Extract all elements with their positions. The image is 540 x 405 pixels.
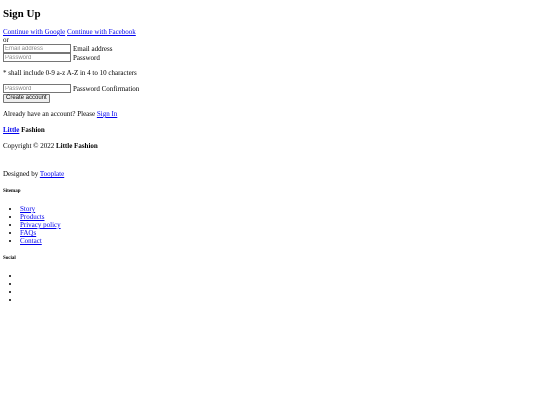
sitemap-item: FAQs	[20, 229, 537, 237]
designed-by-prefix: Designed by	[3, 170, 39, 178]
create-account-button[interactable]: Create account	[3, 94, 50, 103]
create-account-row: Create account	[3, 93, 537, 103]
social-heading: Social	[3, 256, 16, 261]
password-label: Password	[73, 53, 100, 62]
sitemap-item: Story	[20, 205, 537, 213]
sign-in-link[interactable]: Sign In	[97, 110, 117, 118]
or-divider: or	[3, 36, 9, 44]
copyright-prefix: Copyright © 2022	[3, 142, 55, 150]
social-item[interactable]	[20, 272, 537, 280]
sitemap-item: Privacy policy	[20, 221, 537, 229]
email-label: Email address	[73, 44, 113, 53]
social-item[interactable]	[20, 280, 537, 288]
social-item[interactable]	[20, 288, 537, 296]
sitemap-list: Story Products Privacy policy FAQs Conta…	[3, 205, 537, 245]
sitemap-link-privacy-policy[interactable]: Privacy policy	[20, 221, 61, 229]
password-confirm-label: Password Confirmation	[73, 84, 140, 93]
tooplate-link[interactable]: Tooplate	[40, 170, 64, 178]
page-title: Sign Up	[3, 8, 41, 20]
password-field[interactable]	[3, 53, 71, 62]
brand-link[interactable]: Little	[3, 126, 19, 134]
copyright-brand: Little Fashion	[55, 142, 98, 150]
sitemap-link-products[interactable]: Products	[20, 213, 45, 221]
already-have-account: Already have an account? Please Sign In	[3, 110, 537, 118]
email-field[interactable]	[3, 44, 71, 53]
already-have-account-text: Already have an account? Please	[3, 110, 96, 118]
designed-by: Designed by Tooplate	[3, 170, 537, 178]
footer-brand: Little Fashion	[3, 126, 537, 134]
sitemap-item: Products	[20, 213, 537, 221]
continue-with-facebook-link[interactable]: Continue with Facebook	[67, 28, 136, 36]
password-row: Password	[3, 53, 537, 62]
social-item[interactable]	[20, 296, 537, 304]
page: Sign Up Continue with Google Continue wi…	[0, 0, 540, 405]
password-confirm-row: Password Confirmation	[3, 84, 537, 93]
password-confirm-field[interactable]	[3, 84, 71, 93]
sitemap-heading: Sitemap	[3, 189, 21, 194]
password-hint: * shall include 0-9 a-z A-Z in 4 to 10 c…	[3, 69, 137, 77]
email-row: Email address	[3, 44, 537, 53]
copyright: Copyright © 2022 Little Fashion	[3, 142, 537, 150]
sitemap-link-faqs[interactable]: FAQs	[20, 229, 36, 237]
sitemap-link-story[interactable]: Story	[20, 205, 35, 213]
sitemap-item: Contact	[20, 237, 537, 245]
social-login-row: Continue with Google Continue with Faceb…	[3, 28, 537, 36]
continue-with-google-link[interactable]: Continue with Google	[3, 28, 65, 36]
sitemap-link-contact[interactable]: Contact	[20, 237, 42, 245]
brand-suffix: Fashion	[21, 126, 45, 134]
social-list	[3, 272, 537, 304]
